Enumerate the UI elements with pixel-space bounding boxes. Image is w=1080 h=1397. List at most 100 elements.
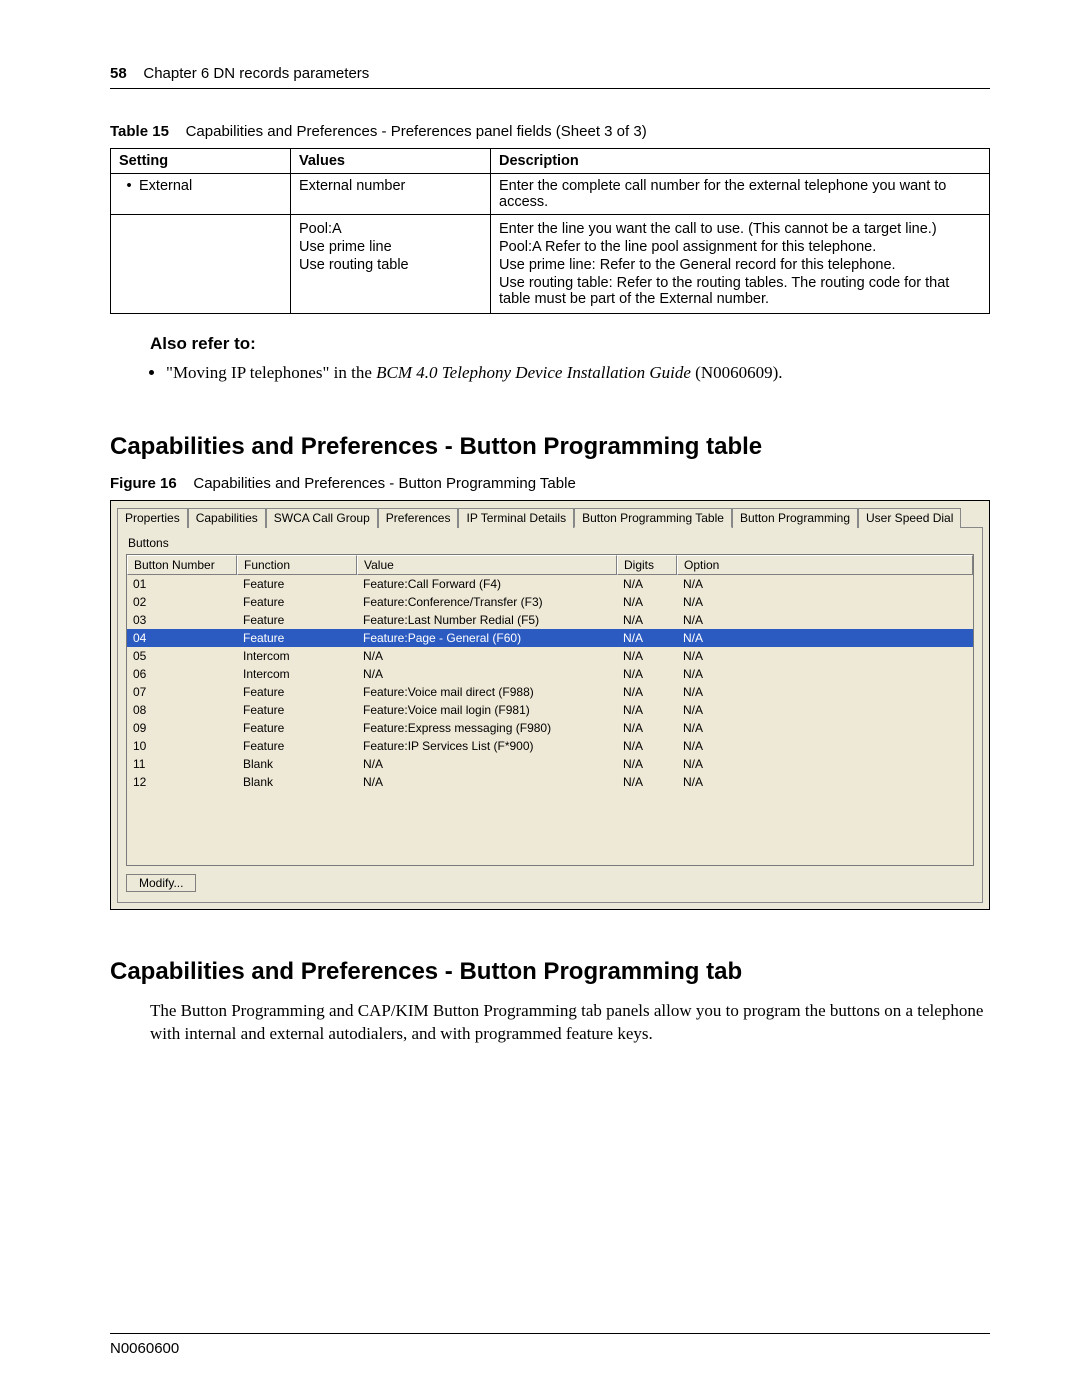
- grid-header-function[interactable]: Function: [237, 555, 357, 575]
- figure16-caption: Figure 16 Capabilities and Preferences -…: [110, 475, 990, 492]
- table15-r1-desc: Enter the complete call number for the e…: [491, 174, 990, 215]
- tab-panel: Buttons Button NumberFunctionValueDigits…: [117, 527, 983, 903]
- grid-cell: Feature: [237, 593, 357, 611]
- modify-button[interactable]: Modify...: [126, 874, 196, 892]
- grid-cell: 10: [127, 737, 237, 755]
- grid-header-row: Button NumberFunctionValueDigitsOption: [127, 555, 973, 575]
- grid-cell: N/A: [617, 575, 677, 593]
- figure16-caption-text: Capabilities and Preferences - Button Pr…: [193, 475, 575, 492]
- grid-cell: N/A: [677, 647, 973, 665]
- grid-cell: N/A: [357, 755, 617, 773]
- grid-cell: Blank: [237, 755, 357, 773]
- table-row[interactable]: 01FeatureFeature:Call Forward (F4)N/AN/A: [127, 575, 973, 593]
- grid-cell: Feature: [237, 575, 357, 593]
- tab-capabilities[interactable]: Capabilities: [188, 508, 266, 528]
- grid-cell: 08: [127, 701, 237, 719]
- grid-cell: N/A: [677, 719, 973, 737]
- grid-cell: 05: [127, 647, 237, 665]
- grid-header-button-number[interactable]: Button Number: [127, 555, 237, 575]
- grid-cell: N/A: [617, 629, 677, 647]
- tab-user-speed-dial[interactable]: User Speed Dial: [858, 508, 961, 528]
- table15-r2-desc: Enter the line you want the call to use.…: [491, 215, 990, 314]
- grid-cell: N/A: [357, 647, 617, 665]
- figure16-frame: PropertiesCapabilitiesSWCA Call GroupPre…: [110, 500, 990, 910]
- chapter-title: Chapter 6 DN records parameters: [143, 65, 369, 82]
- grid-header-value[interactable]: Value: [357, 555, 617, 575]
- panel-label: Buttons: [128, 536, 974, 550]
- grid-cell: N/A: [357, 773, 617, 791]
- grid-cell: 09: [127, 719, 237, 737]
- grid-cell: 03: [127, 611, 237, 629]
- page-number: 58: [110, 65, 127, 82]
- table-row[interactable]: 10FeatureFeature:IP Services List (F*900…: [127, 737, 973, 755]
- page-footer: N0060600: [110, 1333, 990, 1357]
- grid-cell: Feature: [237, 683, 357, 701]
- page: 58 Chapter 6 DN records parameters Table…: [0, 0, 1080, 1397]
- section1-title: Capabilities and Preferences - Button Pr…: [110, 433, 990, 461]
- table-row[interactable]: 11BlankN/AN/AN/A: [127, 755, 973, 773]
- tab-button-programming[interactable]: Button Programming: [732, 508, 858, 528]
- table15-col-description: Description: [491, 149, 990, 174]
- grid-cell: 04: [127, 629, 237, 647]
- grid-cell: Feature:Call Forward (F4): [357, 575, 617, 593]
- table-row[interactable]: 07FeatureFeature:Voice mail direct (F988…: [127, 683, 973, 701]
- grid-cell: N/A: [677, 575, 973, 593]
- grid-cell: N/A: [617, 647, 677, 665]
- table15-r1-values: External number: [291, 174, 491, 215]
- grid-cell: N/A: [677, 611, 973, 629]
- grid-cell: Feature:Last Number Redial (F5): [357, 611, 617, 629]
- also-refer-heading: Also refer to:: [150, 334, 990, 354]
- table-row[interactable]: 12BlankN/AN/AN/A: [127, 773, 973, 791]
- tab-button-programming-table[interactable]: Button Programming Table: [574, 508, 732, 528]
- table-row[interactable]: 08FeatureFeature:Voice mail login (F981)…: [127, 701, 973, 719]
- grid-cell: N/A: [617, 755, 677, 773]
- table15-col-setting: Setting: [111, 149, 291, 174]
- grid-cell: Intercom: [237, 665, 357, 683]
- also-refer-item: "Moving IP telephones" in the BCM 4.0 Te…: [166, 362, 990, 385]
- also-refer-list: "Moving IP telephones" in the BCM 4.0 Te…: [150, 362, 990, 385]
- tab-swca-call-group[interactable]: SWCA Call Group: [266, 508, 378, 528]
- table-row[interactable]: 09FeatureFeature:Express messaging (F980…: [127, 719, 973, 737]
- tab-ip-terminal-details[interactable]: IP Terminal Details: [458, 508, 574, 528]
- running-header: 58 Chapter 6 DN records parameters: [110, 65, 990, 82]
- table15-r2-setting: [111, 215, 291, 314]
- grid-cell: Intercom: [237, 647, 357, 665]
- grid-cell: 01: [127, 575, 237, 593]
- table-row[interactable]: 02FeatureFeature:Conference/Transfer (F3…: [127, 593, 973, 611]
- table15-caption-text: Capabilities and Preferences - Preferenc…: [186, 123, 647, 140]
- grid-cell: N/A: [677, 593, 973, 611]
- table15-caption-label: Table 15: [110, 123, 169, 140]
- tab-preferences[interactable]: Preferences: [378, 508, 459, 528]
- grid-cell: 06: [127, 665, 237, 683]
- grid-cell: N/A: [617, 611, 677, 629]
- grid-header-option[interactable]: Option: [677, 555, 973, 575]
- grid-cell: N/A: [617, 773, 677, 791]
- grid-header-digits[interactable]: Digits: [617, 555, 677, 575]
- table-row[interactable]: 06IntercomN/AN/AN/A: [127, 665, 973, 683]
- grid-cell: Feature: [237, 737, 357, 755]
- tab-properties[interactable]: Properties: [117, 508, 188, 528]
- grid-cell: Feature:Page - General (F60): [357, 629, 617, 647]
- table-row[interactable]: 03FeatureFeature:Last Number Redial (F5)…: [127, 611, 973, 629]
- grid-cell: N/A: [357, 665, 617, 683]
- table15-r2-values: Pool:A Use prime line Use routing table: [291, 215, 491, 314]
- table-row[interactable]: 04FeatureFeature:Page - General (F60)N/A…: [127, 629, 973, 647]
- grid-cell: N/A: [617, 665, 677, 683]
- grid-cell: Feature: [237, 611, 357, 629]
- section2-body: The Button Programming and CAP/KIM Butto…: [150, 1000, 990, 1046]
- grid-cell: Feature: [237, 701, 357, 719]
- grid-cell: N/A: [617, 701, 677, 719]
- grid-cell: Feature: [237, 629, 357, 647]
- grid-body[interactable]: 01FeatureFeature:Call Forward (F4)N/AN/A…: [127, 575, 973, 865]
- grid-cell: 07: [127, 683, 237, 701]
- grid-cell: Feature:Conference/Transfer (F3): [357, 593, 617, 611]
- footer-doc-id: N0060600: [110, 1340, 990, 1357]
- grid-cell: N/A: [617, 719, 677, 737]
- grid-cell: 11: [127, 755, 237, 773]
- grid-cell: Feature: [237, 719, 357, 737]
- grid-cell: N/A: [677, 629, 973, 647]
- button-grid[interactable]: Button NumberFunctionValueDigitsOption 0…: [126, 554, 974, 866]
- grid-cell: N/A: [677, 755, 973, 773]
- table-row[interactable]: 05IntercomN/AN/AN/A: [127, 647, 973, 665]
- table15: Setting Values Description •External Ext…: [110, 148, 990, 314]
